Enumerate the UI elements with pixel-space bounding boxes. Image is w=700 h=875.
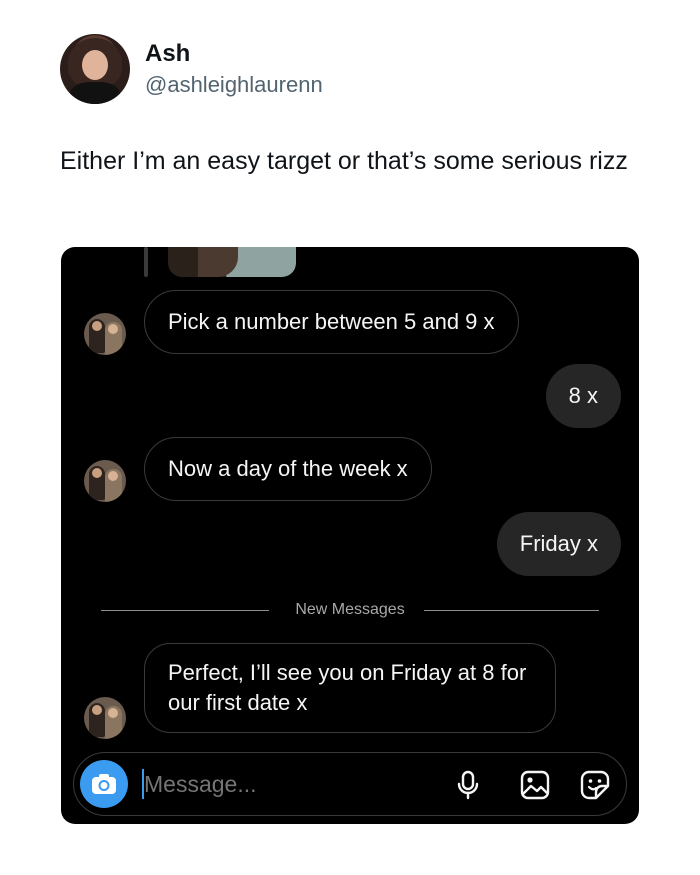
received-message-bubble[interactable]: Now a day of the week x [144,437,432,501]
chat-screenshot[interactable]: Pick a number between 5 and 9 x 8 x Now … [61,247,639,824]
sent-message-bubble[interactable]: Friday x [496,512,621,576]
sticker-icon[interactable] [579,769,611,801]
message-input[interactable] [144,767,424,801]
gallery-icon[interactable] [519,769,551,801]
sender-avatar[interactable] [84,460,126,502]
microphone-icon[interactable] [452,769,484,801]
received-message-bubble[interactable]: Perfect, I’ll see you on Friday at 8 for… [144,643,556,733]
tweet-card: Ash @ashleighlaurenn Either I’m an easy … [0,0,700,875]
camera-button[interactable] [80,760,128,808]
author-name[interactable]: Ash [145,40,190,68]
received-message-bubble[interactable]: Pick a number between 5 and 9 x [144,290,519,354]
author-handle[interactable]: @ashleighlaurenn [145,72,323,98]
camera-icon [92,774,116,794]
new-messages-divider: New Messages [101,599,599,623]
sender-avatar[interactable] [84,697,126,739]
sent-message-bubble[interactable]: 8 x [545,364,621,428]
author-avatar[interactable] [60,34,130,104]
sender-avatar[interactable] [84,313,126,355]
message-composer [73,752,627,816]
tweet-text: Either I’m an easy target or that’s some… [60,147,628,175]
previous-media-message [168,247,296,277]
reply-bar [144,247,148,277]
